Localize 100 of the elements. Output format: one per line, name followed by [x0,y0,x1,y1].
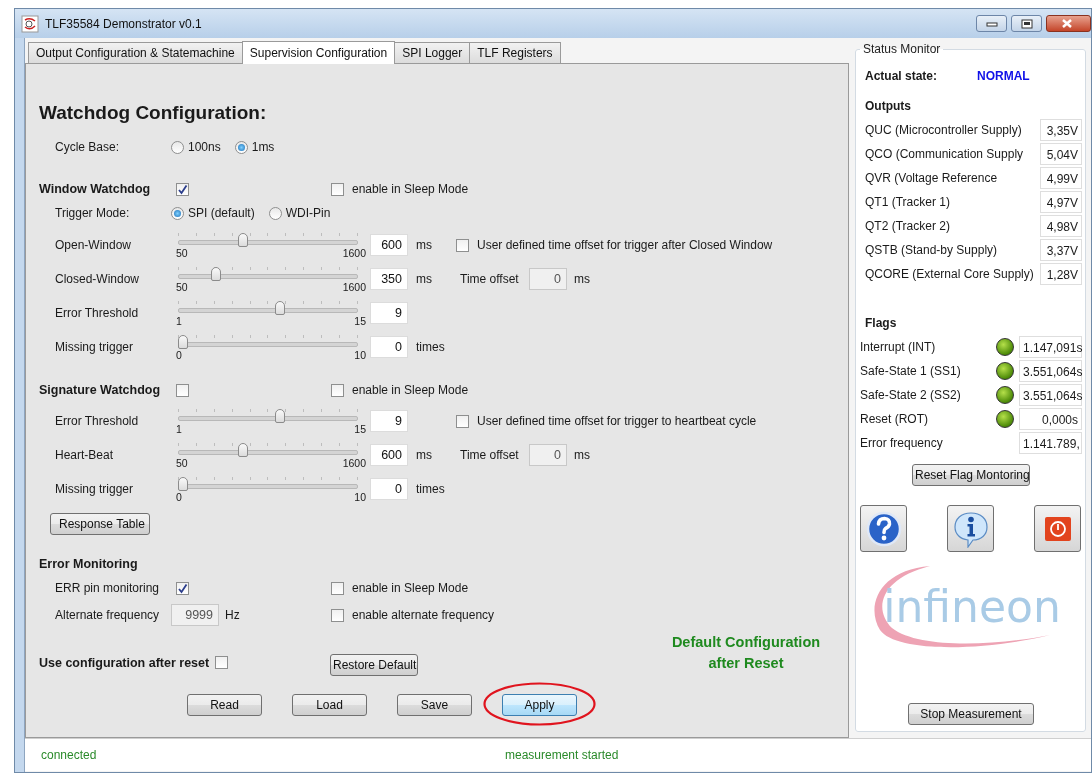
reset-button[interactable]: Reset Flag Montoring [912,464,1030,486]
slider[interactable]: 0 10 [176,473,366,505]
value-field: 0,000s [1019,408,1082,430]
action-button[interactable]: Apply [502,694,577,716]
number-field[interactable]: 600 [370,444,408,466]
tab[interactable]: Output Configuration & Statemachine [28,42,243,63]
output-label: QCO (Communication Supply [865,147,1024,161]
restore-default-button[interactable]: Restore Default [330,654,418,676]
radio-button[interactable] [234,140,248,154]
field-label: Time offset [460,448,520,462]
info-note: Default Configuration after Reset [670,633,822,673]
slider[interactable]: 0 10 [176,331,366,363]
slider-thumb[interactable] [238,233,249,247]
window-title: TLF35584 Demonstrator v0.1 [45,16,202,31]
number-field[interactable]: 600 [370,234,408,256]
radio-button[interactable] [268,206,282,220]
slider-max-label: 1600 [342,281,366,293]
help-button[interactable] [860,505,907,552]
panel-title: Status Monitor [862,42,942,56]
output-label: QVR (Voltage Reference [865,171,998,185]
value-field: 3.551,064s [1019,360,1082,382]
slider-min-label: 1 [176,315,182,327]
slider-thumb[interactable] [275,409,286,423]
field-label: Closed-Window [55,272,141,286]
tab[interactable]: TLF Registers [469,42,561,63]
unit-label: Hz [225,608,241,622]
slider[interactable]: 50 1600 [176,229,366,261]
checkbox[interactable] [456,414,469,428]
page-heading: Watchdog Configuration: [39,101,268,125]
field-label: Heart-Beat [55,448,115,462]
value-field: 4,97V [1040,191,1082,213]
maximize-button[interactable] [1011,15,1042,32]
slider[interactable]: 1 15 [176,405,366,437]
power-icon [1043,515,1072,542]
status-text: connected [41,748,98,762]
field-label: Missing trigger [55,340,135,354]
slider[interactable]: 1 15 [176,297,366,329]
field-label: Missing trigger [55,482,135,496]
field-label: Open-Window [55,238,133,252]
value-field: 3.551,064s [1019,384,1082,406]
radio-label: 100ns [188,140,221,154]
slider-thumb[interactable] [210,267,221,281]
checkbox[interactable] [331,383,344,397]
checkbox[interactable] [176,383,189,397]
slider-min-label: 1 [176,423,182,435]
checkbox[interactable] [456,238,469,252]
close-button[interactable] [1046,15,1091,32]
power-button[interactable] [1034,505,1081,552]
number-field[interactable]: 0 [370,478,408,500]
slider-max-label: 15 [354,423,366,435]
section-title: Window Watchdog [39,182,152,196]
output-label: QUC (Microcontroller Supply) [865,123,1022,137]
radio-button[interactable] [171,206,184,220]
unit-label: times [416,340,446,354]
slider-min-label: 0 [176,491,182,503]
section-title: Flags [864,315,898,332]
checkbox[interactable] [331,581,344,595]
checkbox[interactable] [176,182,189,196]
checkbox[interactable] [331,182,344,196]
number-field[interactable]: 350 [370,268,408,290]
checkbox[interactable] [331,608,344,622]
number-field[interactable]: 9 [370,410,408,432]
checkbox[interactable] [176,581,189,595]
unit-label: ms [574,272,590,286]
number-field[interactable]: 9 [370,302,408,324]
unit-label: ms [574,448,590,462]
close-icon [1061,18,1073,29]
unit-label: times [416,482,446,496]
slider[interactable]: 50 1600 [176,439,366,471]
action-button[interactable]: Read [187,694,262,716]
value-field: 3,37V [1040,239,1082,261]
minimize-icon [985,19,998,28]
field-label: Error Threshold [55,306,140,320]
slider-max-label: 10 [354,349,366,361]
slider-min-label: 50 [176,247,188,259]
checkbox[interactable] [215,656,228,669]
status-text: measurement started [505,748,619,762]
slider-thumb[interactable] [178,477,188,491]
checkbox-label: User defined time offset for trigger to heartbeat cycle [477,414,757,428]
number-field[interactable]: 0 [370,336,408,358]
info-button[interactable] [947,505,994,552]
flag-label: Safe-State 1 (SS1) [860,364,962,378]
value-field: 1.141.789, [1019,432,1082,454]
tab[interactable]: SPI Logger [394,42,471,63]
slider-thumb[interactable] [178,335,188,349]
field-label: Time offset [460,272,520,286]
slider-thumb[interactable] [275,301,286,315]
tab[interactable]: Supervision Configuration [241,41,396,64]
radio-button[interactable] [171,140,184,154]
value-field: 5,04V [1040,143,1082,165]
action-button[interactable]: Load [292,694,367,716]
radio-label: WDI-Pin [285,206,331,220]
slider-thumb[interactable] [238,443,249,457]
action-button[interactable]: Save [397,694,472,716]
response-table-button[interactable]: Response Table [50,513,150,535]
state-value: NORMAL [977,69,1030,83]
section-title: Error Monitoring [39,557,139,571]
slider-max-label: 10 [354,491,366,503]
slider[interactable]: 50 1600 [176,263,366,295]
stop-measurement-button[interactable]: Stop Measurement [908,703,1034,725]
